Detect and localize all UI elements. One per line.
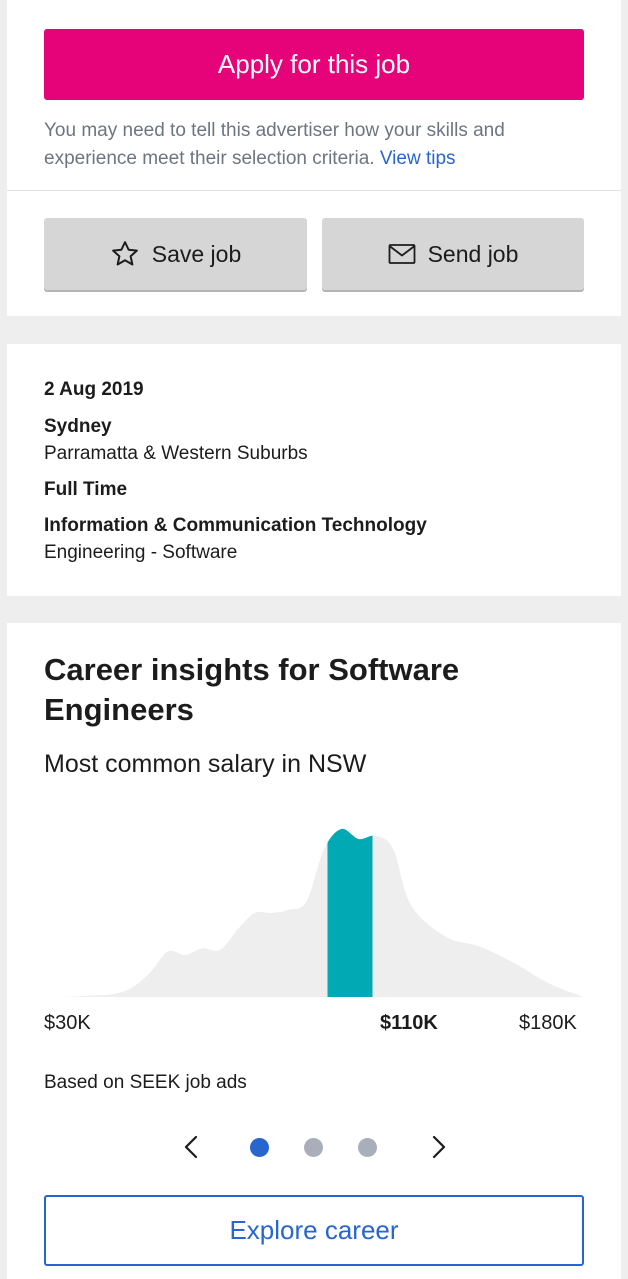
job-area: Parramatta & Western Suburbs xyxy=(44,443,308,464)
carousel-dot-2[interactable] xyxy=(304,1138,323,1157)
job-location: Sydney xyxy=(44,416,112,437)
salary-common-label: $110K xyxy=(380,1012,438,1034)
insights-carousel xyxy=(7,1126,621,1166)
career-insights-card: Career insights for Software Engineers M… xyxy=(7,623,621,1279)
salary-distribution-chart xyxy=(64,828,584,997)
listing-date: 2 Aug 2019 xyxy=(44,379,144,400)
salary-min-label: $30K xyxy=(44,1012,91,1034)
star-icon xyxy=(110,239,140,269)
data-source-note: Based on SEEK job ads xyxy=(44,1072,247,1093)
apply-button[interactable]: Apply for this job xyxy=(44,29,584,100)
salary-highlight-area xyxy=(327,828,373,997)
envelope-icon xyxy=(388,243,416,265)
salary-subtitle: Most common salary in NSW xyxy=(44,750,367,778)
insights-title: Career insights for Software Engineers xyxy=(44,652,460,727)
save-job-label: Save job xyxy=(151,240,242,267)
apply-card: Apply for this job You may need to tell … xyxy=(7,0,621,316)
carousel-dot-1[interactable] xyxy=(250,1138,269,1157)
save-job-button[interactable]: Save job xyxy=(44,218,307,290)
divider xyxy=(7,190,621,191)
work-type: Full Time xyxy=(44,479,128,500)
job-sub-classification: Engineering - Software xyxy=(44,542,238,563)
send-job-label: Send job xyxy=(427,240,519,267)
view-tips-link[interactable]: View tips xyxy=(380,148,456,169)
job-details-card: 2 Aug 2019 Sydney Parramatta & Western S… xyxy=(7,344,621,596)
salary-distribution-area xyxy=(64,828,584,997)
explore-career-button[interactable]: Explore career xyxy=(44,1195,584,1266)
chevron-right-icon[interactable] xyxy=(426,1134,450,1160)
carousel-dot-3[interactable] xyxy=(358,1138,377,1157)
chevron-left-icon[interactable] xyxy=(180,1134,204,1160)
send-job-button[interactable]: Send job xyxy=(322,218,584,290)
advisory-text: You may need to tell this advertiser how… xyxy=(44,117,589,173)
salary-max-label: $180K xyxy=(519,1012,577,1034)
job-classification: Information & Communication Technology xyxy=(44,515,427,536)
